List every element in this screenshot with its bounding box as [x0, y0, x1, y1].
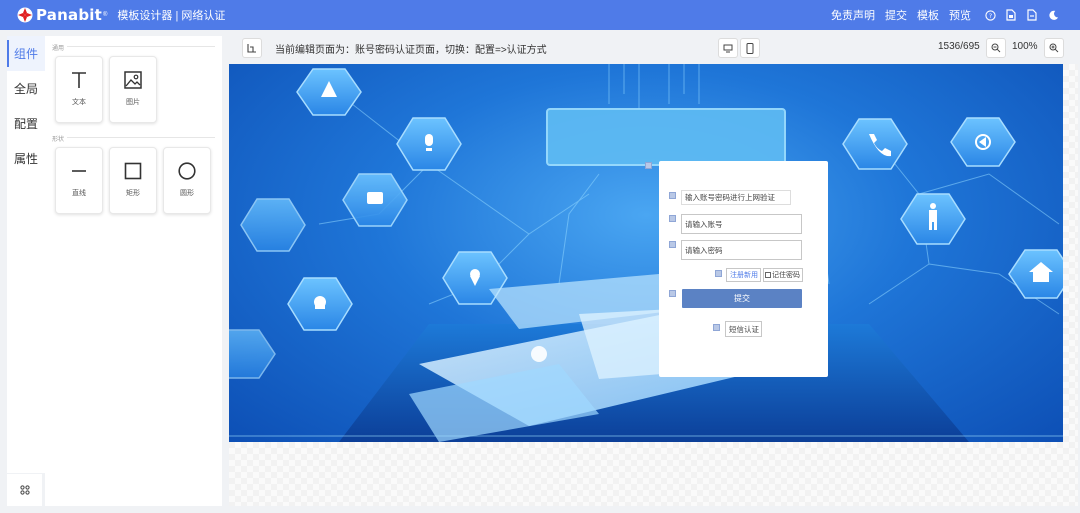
app-title: 模板设计器 | 网络认证 — [117, 10, 226, 22]
selection-handle[interactable] — [715, 270, 722, 277]
zoom-in-icon — [1049, 43, 1059, 53]
brand-name: Panabit — [36, 6, 102, 24]
tab-properties[interactable]: 属性 — [7, 141, 45, 176]
background-image — [229, 64, 1063, 442]
align-button[interactable] — [242, 38, 262, 58]
grid-icon — [19, 485, 30, 495]
password-input[interactable]: 请输入密码 — [681, 240, 802, 260]
tech-background-graphic — [229, 64, 1063, 442]
line-icon — [72, 170, 86, 172]
design-canvas[interactable] — [229, 64, 1078, 506]
group-label-shapes: 形状 — [52, 137, 65, 143]
phone-icon — [746, 42, 754, 54]
tab-components[interactable]: 组件 — [7, 36, 45, 71]
sms-auth-link[interactable]: 短信认证 — [725, 321, 762, 337]
theme-moon-icon[interactable] — [1046, 8, 1060, 22]
template-link[interactable]: 模板 — [917, 7, 939, 23]
desktop-view-button[interactable] — [718, 38, 738, 58]
component-rect[interactable]: 矩形 — [109, 147, 157, 214]
selection-handle[interactable] — [669, 215, 676, 222]
login-submit-button[interactable]: 提交 — [682, 289, 802, 308]
disclaimer-link[interactable]: 免责声明 — [831, 7, 875, 23]
text-icon — [72, 72, 86, 88]
group-label-general: 通用 — [52, 46, 65, 52]
checkbox-icon — [765, 272, 771, 278]
tab-config[interactable]: 配置 — [7, 106, 45, 141]
export-icon[interactable] — [1025, 8, 1039, 22]
selection-handle[interactable] — [669, 241, 676, 248]
panabit-logo-icon — [17, 7, 33, 23]
component-circle[interactable]: 圆形 — [163, 147, 211, 214]
zoom-out-button[interactable] — [986, 38, 1006, 58]
mobile-view-button[interactable] — [740, 38, 760, 58]
zoom-out-icon — [991, 43, 1001, 53]
selection-handle[interactable] — [669, 192, 676, 199]
help-icon[interactable]: ? — [983, 8, 997, 22]
remember-password-checkbox[interactable]: 记住密码 — [763, 268, 803, 282]
canvas-size-text: 1536/695 — [938, 41, 980, 52]
edit-status-text: 当前编辑页面为：账号密码认证页面，切换：配置=>认证方式 — [275, 45, 547, 56]
username-input[interactable]: 请输入账号 — [681, 214, 802, 234]
circle-icon — [178, 162, 196, 180]
login-title-text[interactable]: 输入账号密码进行上网验证 — [681, 190, 791, 205]
register-link[interactable]: 注册新用 — [726, 268, 761, 282]
selection-handle[interactable] — [645, 162, 652, 169]
component-text[interactable]: 文本 — [55, 56, 103, 123]
monitor-icon — [723, 44, 733, 52]
grid-toggle-button[interactable] — [7, 474, 42, 506]
components-panel: 通用 文本 图片 形状 直线 矩形 圆形 — [45, 36, 222, 506]
zoom-level-text: 100% — [1012, 41, 1038, 52]
editor-toolbar: 当前编辑页面为：账号密码认证页面，切换：配置=>认证方式 1536/695 10… — [229, 36, 1073, 60]
top-bar: Panabit ® 模板设计器 | 网络认证 免责声明 提交 模板 预览 ? — [0, 0, 1080, 30]
svg-text:?: ? — [988, 11, 991, 19]
left-tab-bar: 组件 全局 配置 属性 — [7, 36, 45, 473]
rect-icon — [124, 162, 142, 180]
preview-link[interactable]: 预览 — [949, 7, 971, 23]
component-line[interactable]: 直线 — [55, 147, 103, 214]
selection-handle[interactable] — [669, 290, 676, 297]
component-image[interactable]: 图片 — [109, 56, 157, 123]
document-icon[interactable] — [1004, 8, 1018, 22]
brand-logo: Panabit ® — [17, 6, 107, 24]
image-icon — [124, 71, 142, 89]
submit-link[interactable]: 提交 — [885, 7, 907, 23]
tab-global[interactable]: 全局 — [7, 71, 45, 106]
zoom-in-button[interactable] — [1044, 38, 1064, 58]
align-icon — [247, 44, 256, 53]
selection-handle[interactable] — [713, 324, 720, 331]
